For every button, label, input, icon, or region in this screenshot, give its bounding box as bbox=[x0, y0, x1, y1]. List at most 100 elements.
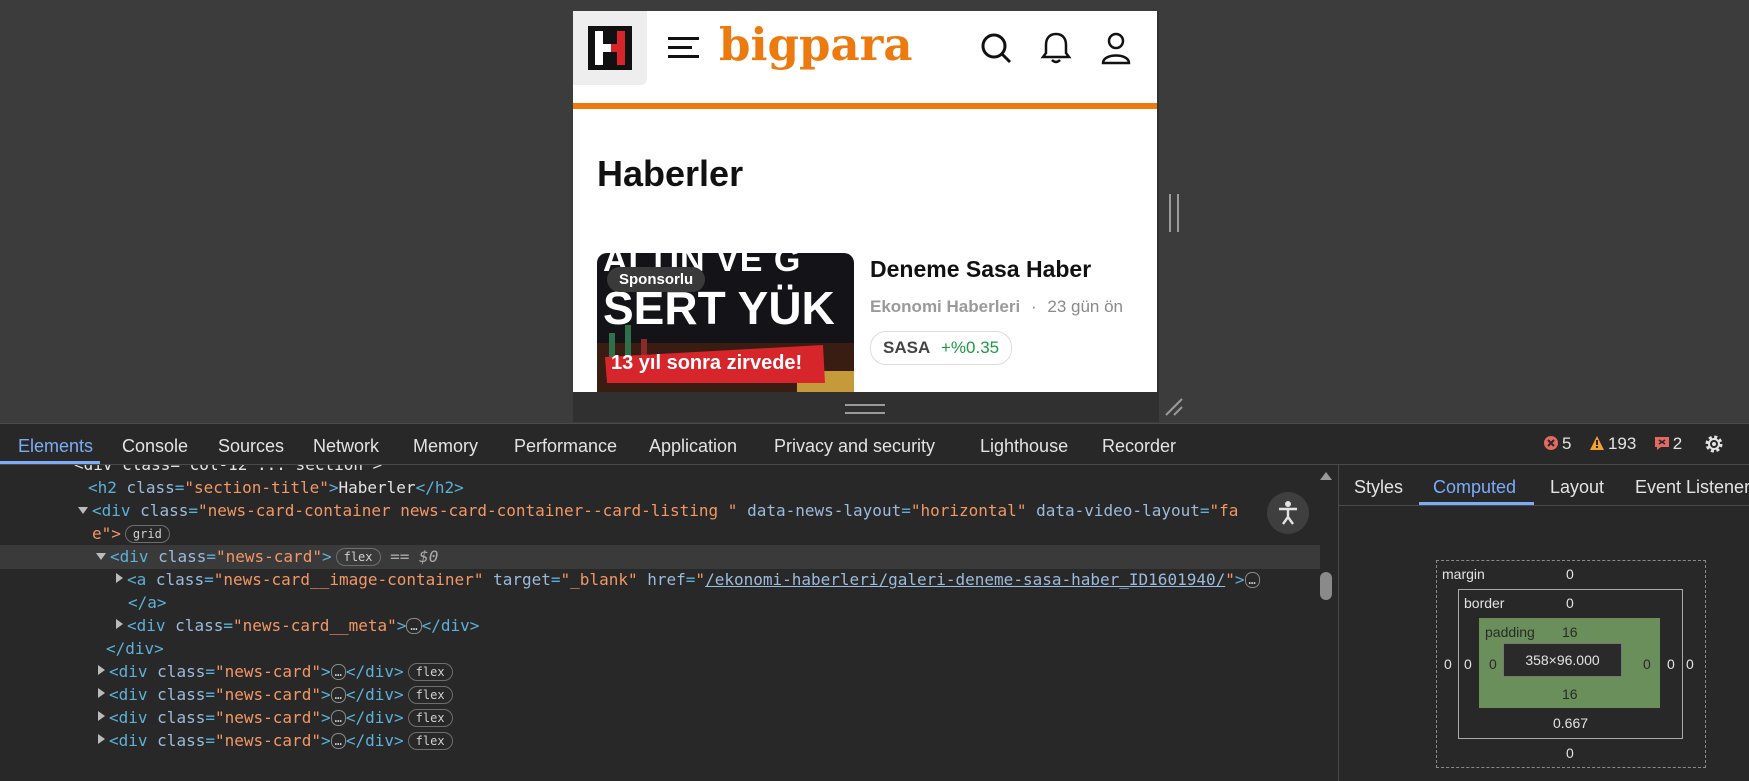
dom-line-card[interactable]: <div class="news-card">… </div> flex bbox=[0, 660, 1320, 684]
issue-counters[interactable]: 5 193 2 bbox=[1543, 434, 1682, 454]
tab-console[interactable]: Console bbox=[122, 436, 188, 457]
dom-line-h2[interactable]: <h2 class="section-title">Haberler</h2> bbox=[0, 476, 1320, 500]
tab-lighthouse[interactable]: Lighthouse bbox=[980, 436, 1068, 457]
dom-scrollbar-thumb[interactable] bbox=[1320, 572, 1332, 600]
padding-bottom-value[interactable]: 16 bbox=[1562, 686, 1578, 702]
ellipsis-icon[interactable]: … bbox=[330, 687, 346, 703]
padding-left-value[interactable]: 0 bbox=[1489, 656, 1497, 672]
collapse-triangle-icon[interactable] bbox=[98, 665, 105, 675]
margin-bottom-value[interactable]: 0 bbox=[1566, 745, 1574, 761]
border-right-value[interactable]: 0 bbox=[1667, 656, 1675, 672]
expand-triangle-icon[interactable] bbox=[96, 553, 106, 560]
dom-line-anchor[interactable]: <a class="news-card__image-container" ta… bbox=[0, 568, 1320, 592]
warning-count: 193 bbox=[1607, 434, 1637, 453]
tab-recorder[interactable]: Recorder bbox=[1102, 436, 1176, 457]
issue-count: 2 bbox=[1672, 434, 1683, 453]
collapse-triangle-icon[interactable] bbox=[116, 619, 123, 629]
site-logo[interactable] bbox=[573, 11, 647, 85]
tab-computed[interactable]: Computed bbox=[1433, 477, 1516, 498]
web-page: bigpara Haberler ALTIN VE G SERT YÜK 13 … bbox=[573, 11, 1157, 392]
news-card-title[interactable]: Deneme Sasa Haber bbox=[870, 256, 1091, 283]
error-icon bbox=[1544, 436, 1558, 450]
box-model-content-size[interactable]: 358×96.000 bbox=[1503, 643, 1622, 677]
meta-separator: · bbox=[1030, 297, 1037, 316]
tab-layout[interactable]: Layout bbox=[1550, 477, 1604, 498]
padding-right-value[interactable]: 0 bbox=[1643, 656, 1651, 672]
search-icon[interactable] bbox=[980, 31, 1012, 65]
flex-badge[interactable]: flex bbox=[407, 686, 453, 704]
viewport-resize-handle-bottom[interactable] bbox=[845, 404, 885, 414]
active-tab-indicator bbox=[0, 461, 100, 464]
dom-line-container-wrap[interactable]: e"> grid bbox=[0, 522, 1320, 546]
tab-event-listeners[interactable]: Event Listener bbox=[1635, 477, 1749, 498]
tab-memory[interactable]: Memory bbox=[413, 436, 478, 457]
ticker-change: +%0.35 bbox=[940, 338, 1000, 357]
padding-label: padding bbox=[1485, 624, 1535, 640]
border-bottom-value[interactable]: 0.667 bbox=[1553, 715, 1588, 731]
margin-top-value[interactable]: 0 bbox=[1566, 566, 1574, 582]
grid-badge[interactable]: grid bbox=[124, 525, 170, 543]
border-left-value[interactable]: 0 bbox=[1464, 656, 1472, 672]
collapse-triangle-icon[interactable] bbox=[116, 573, 123, 583]
menu-icon[interactable] bbox=[668, 35, 700, 61]
tab-application[interactable]: Application bbox=[649, 436, 737, 457]
scroll-up-icon[interactable] bbox=[1319, 471, 1333, 481]
news-card-thumbnail[interactable]: ALTIN VE G SERT YÜK 13 yıl sonra zirvede… bbox=[597, 253, 854, 392]
viewport-resize-corner-icon[interactable] bbox=[1164, 397, 1184, 417]
flex-badge[interactable]: flex bbox=[335, 548, 381, 566]
brand-wordmark[interactable]: bigpara bbox=[719, 18, 913, 71]
href-link[interactable]: /ekonomi-haberleri/galeri-deneme-sasa-ha… bbox=[705, 570, 1225, 589]
dom-line-card[interactable]: <div class="news-card">… </div> flex bbox=[0, 706, 1320, 730]
accessibility-icon bbox=[1279, 501, 1297, 525]
ticker-chip[interactable]: SASA +%0.35 bbox=[870, 331, 1013, 365]
logo-mark-icon bbox=[588, 26, 632, 70]
ticker-symbol: SASA bbox=[883, 338, 931, 357]
tab-styles[interactable]: Styles bbox=[1354, 477, 1403, 498]
collapse-triangle-icon[interactable] bbox=[98, 734, 105, 744]
tab-sources[interactable]: Sources bbox=[218, 436, 284, 457]
user-icon[interactable] bbox=[1100, 31, 1132, 65]
device-viewport: bigpara Haberler ALTIN VE G SERT YÜK 13 … bbox=[573, 11, 1179, 422]
collapse-triangle-icon[interactable] bbox=[98, 688, 105, 698]
dom-line-card[interactable]: <div class="news-card">… </div> flex bbox=[0, 683, 1320, 707]
ellipsis-icon[interactable]: … bbox=[330, 710, 346, 726]
flex-badge[interactable]: flex bbox=[407, 732, 453, 750]
thumbnail-banner: 13 yıl sonra zirvede! bbox=[611, 352, 803, 374]
tab-privacy-security[interactable]: Privacy and security bbox=[774, 436, 935, 457]
styles-sidebar: Styles Computed Layout Event Listener 35… bbox=[1338, 465, 1749, 781]
margin-left-value[interactable]: 0 bbox=[1444, 656, 1452, 672]
dom-line-card-end[interactable]: </div> bbox=[0, 637, 1320, 661]
flex-badge[interactable]: flex bbox=[407, 709, 453, 727]
accessibility-button[interactable] bbox=[1267, 492, 1309, 534]
site-header: bigpara bbox=[573, 11, 1157, 109]
viewport-resize-handle-right[interactable] bbox=[1169, 194, 1179, 232]
tab-performance[interactable]: Performance bbox=[514, 436, 617, 457]
dom-line-meta[interactable]: <div class="news-card__meta">… </div> bbox=[0, 614, 1320, 638]
tab-elements[interactable]: Elements bbox=[18, 436, 93, 457]
news-category-link[interactable]: Ekonomi Haberleri bbox=[870, 297, 1020, 316]
side-tabs-divider bbox=[1339, 505, 1749, 506]
warning-icon bbox=[1589, 436, 1604, 450]
tab-network[interactable]: Network bbox=[313, 436, 379, 457]
dom-line-card[interactable]: <div class="news-card">… </div> flex bbox=[0, 729, 1320, 753]
dom-line-anchor-end[interactable]: </a> bbox=[0, 591, 1320, 615]
ellipsis-icon[interactable]: … bbox=[1244, 572, 1260, 588]
ellipsis-icon[interactable]: … bbox=[406, 618, 422, 634]
expand-triangle-icon[interactable] bbox=[78, 507, 88, 514]
error-count: 5 bbox=[1562, 434, 1572, 453]
bell-icon[interactable] bbox=[1040, 31, 1072, 65]
margin-right-value[interactable]: 0 bbox=[1686, 656, 1694, 672]
border-top-value[interactable]: 0 bbox=[1566, 595, 1574, 611]
news-time: 23 gün ön bbox=[1047, 297, 1123, 316]
selected-marker: == $0 bbox=[390, 547, 439, 566]
ellipsis-icon[interactable]: … bbox=[330, 733, 346, 749]
margin-label: margin bbox=[1442, 566, 1485, 582]
settings-gear-icon[interactable] bbox=[1702, 432, 1726, 456]
ellipsis-icon[interactable]: … bbox=[330, 664, 346, 680]
flex-badge[interactable]: flex bbox=[407, 663, 453, 681]
dom-line-container[interactable]: <div class="news-card-container news-car… bbox=[0, 499, 1320, 523]
border-label: border bbox=[1464, 595, 1505, 611]
padding-top-value[interactable]: 16 bbox=[1562, 624, 1578, 640]
dom-line-selected-card[interactable]: <div class="news-card"> flex == $0 bbox=[0, 545, 1320, 569]
collapse-triangle-icon[interactable] bbox=[98, 711, 105, 721]
